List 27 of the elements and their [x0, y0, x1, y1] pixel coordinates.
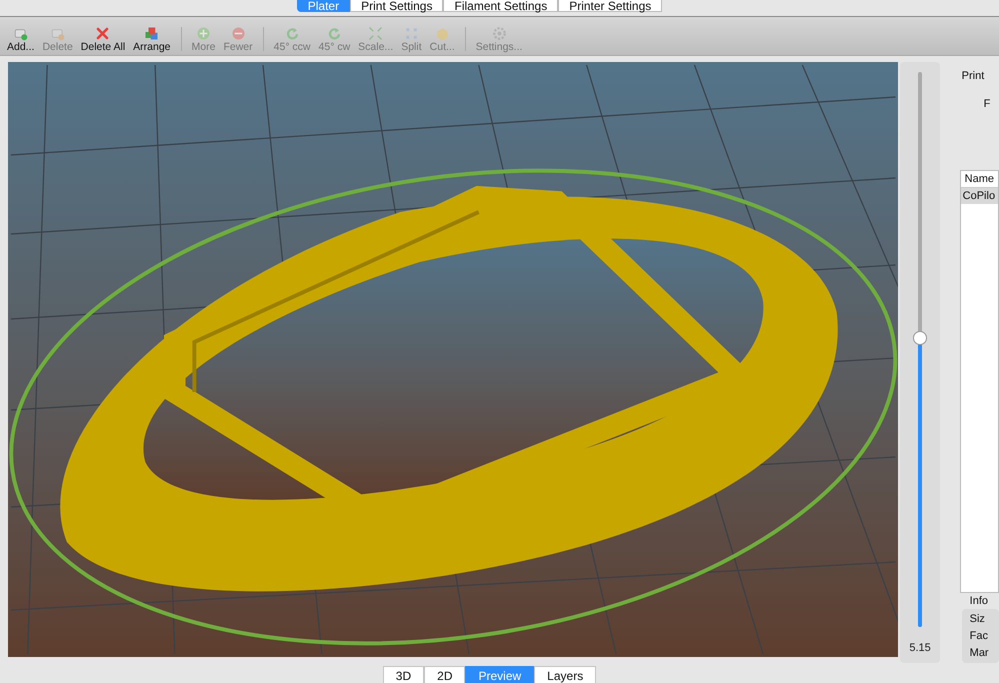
view-tab[interactable]: Layers [534, 666, 596, 683]
rotate-icon [284, 26, 300, 41]
info-label: Siz [970, 613, 986, 625]
tab[interactable]: Filament Settings [443, 0, 558, 12]
f-label: F [984, 98, 992, 110]
box-icon [434, 26, 450, 41]
minus-circle-icon [230, 26, 246, 41]
view-tab[interactable]: 3D [382, 666, 424, 683]
tab[interactable]: Print Settings [350, 0, 444, 12]
tab[interactable]: Printer Settings [558, 0, 662, 12]
print-label: Print [962, 70, 986, 82]
info-label: Fac [970, 630, 989, 642]
toolbar-button[interactable]: Arrange [130, 26, 174, 53]
toolbar-button[interactable]: Add... [4, 26, 38, 53]
rotate-icon [326, 26, 342, 41]
view-tab[interactable]: 2D [424, 666, 466, 683]
slider-thumb[interactable] [913, 331, 928, 346]
split-icon [404, 26, 419, 41]
toolbar-button[interactable]: Delete All [78, 26, 128, 53]
object-row[interactable]: CoPilo [960, 188, 998, 204]
info-label: Mar [970, 647, 990, 659]
layer-height-reading: 5.15 [909, 642, 931, 654]
x-icon [95, 26, 110, 41]
info-title: Info [970, 595, 990, 607]
gear-icon [492, 26, 507, 41]
plus-circle-icon [196, 26, 211, 41]
scale-arrows-icon [368, 26, 384, 41]
